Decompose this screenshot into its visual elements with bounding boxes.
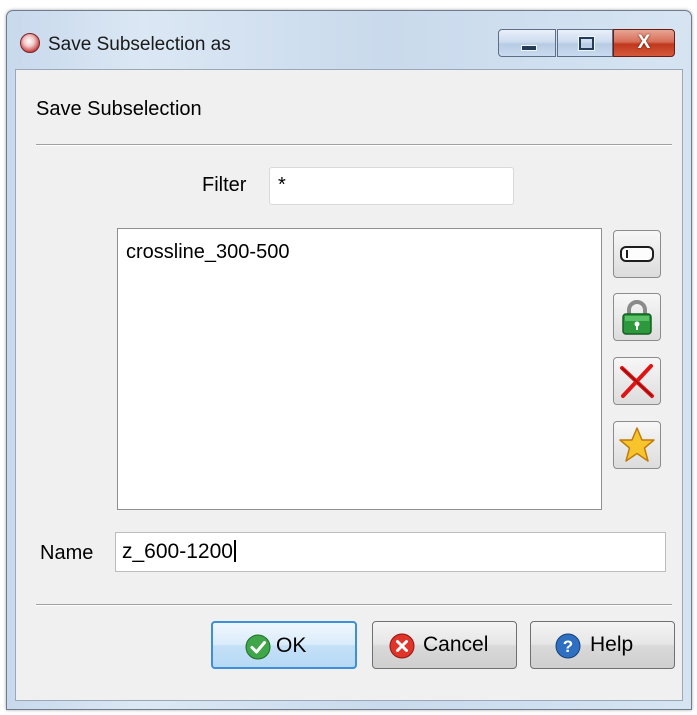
subselection-list[interactable]: crossline_300-500: [117, 228, 602, 510]
name-input-value: z_600-1200: [122, 540, 233, 563]
ok-label: OK: [276, 634, 307, 657]
cancel-label: Cancel: [423, 633, 489, 656]
list-item[interactable]: crossline_300-500: [126, 241, 289, 264]
maximize-button[interactable]: [557, 29, 613, 57]
cancel-button[interactable]: Cancel: [372, 621, 517, 669]
rectangle-select-icon: [620, 246, 654, 262]
text-caret: [233, 540, 236, 562]
minimize-icon: [521, 45, 537, 51]
dialog-window: Save Subselection as X Save Subselection…: [6, 10, 692, 710]
name-label: Name: [40, 542, 94, 564]
filter-label: Filter: [202, 174, 247, 196]
star-icon: [619, 427, 655, 462]
lock-icon: [622, 300, 652, 335]
delete-x-icon: [620, 364, 654, 398]
close-icon: X: [637, 32, 651, 53]
title-bar[interactable]: Save Subselection as X: [7, 11, 691, 69]
window-title: Save Subselection as: [48, 34, 231, 55]
dialog-body: Save Subselection Filter * crossline_300…: [15, 69, 683, 701]
maximize-icon: [579, 37, 594, 50]
name-input[interactable]: z_600-1200: [115, 532, 666, 572]
app-icon: [20, 33, 40, 53]
help-icon: ?: [555, 633, 581, 659]
dialog-header: Save Subselection: [36, 98, 202, 120]
minimize-button[interactable]: [498, 29, 556, 57]
ok-button[interactable]: OK: [211, 621, 357, 669]
select-all-button[interactable]: [613, 230, 661, 278]
help-label: Help: [590, 633, 634, 656]
svg-text:?: ?: [563, 637, 573, 656]
close-button[interactable]: X: [613, 29, 675, 57]
delete-button[interactable]: [613, 357, 661, 405]
footer-divider: [36, 604, 672, 606]
checkmark-icon: [245, 634, 271, 660]
favorite-button[interactable]: [613, 421, 661, 469]
header-divider: [36, 144, 672, 146]
filter-input[interactable]: *: [269, 167, 514, 205]
cancel-icon: [389, 633, 415, 659]
lock-button[interactable]: [613, 293, 661, 341]
help-button[interactable]: ? Help: [530, 621, 675, 669]
